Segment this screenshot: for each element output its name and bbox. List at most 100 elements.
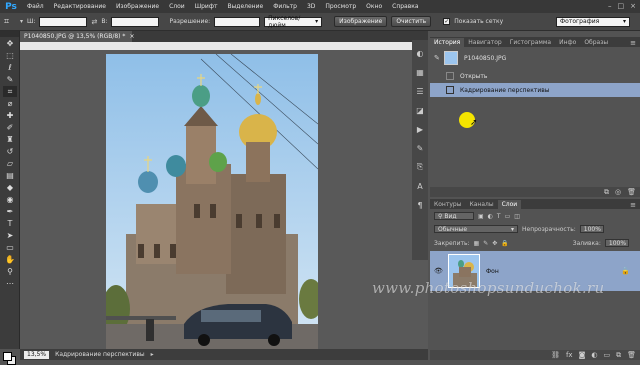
brush-panel-icon[interactable]: ✎: [414, 142, 426, 154]
menu-edit[interactable]: Редактирование: [49, 3, 111, 10]
clone-source-panel-icon[interactable]: ⎘: [414, 161, 426, 173]
units-select[interactable]: Пикселов/дюйм ▾: [264, 15, 323, 29]
menu-select[interactable]: Выделение: [222, 3, 268, 10]
height-field[interactable]: [111, 16, 160, 27]
filter-smart-icon[interactable]: ◫: [514, 213, 520, 220]
tab-layers[interactable]: Слои: [497, 200, 522, 209]
clear-button[interactable]: Очистить: [391, 16, 432, 27]
minimize-button[interactable]: –: [608, 2, 612, 10]
show-grid-checkbox[interactable]: ✓: [443, 18, 451, 25]
styles-panel-icon[interactable]: ◪: [414, 104, 426, 116]
character-panel-icon[interactable]: A: [414, 180, 426, 192]
lock-all-icon[interactable]: 🔒: [501, 240, 508, 247]
trash-icon[interactable]: 🗑: [627, 188, 636, 196]
crop-tool-preset-icon[interactable]: ⌗: [4, 17, 16, 27]
snapshot-icon[interactable]: ◎: [615, 188, 621, 196]
close-button[interactable]: ×: [630, 2, 636, 10]
close-tab-icon[interactable]: ×: [129, 33, 134, 40]
swap-icon[interactable]: ⇄: [91, 18, 97, 26]
move-icon[interactable]: ✥: [3, 38, 17, 49]
lock-transparency-icon[interactable]: ▦: [474, 240, 480, 247]
path-select-icon[interactable]: ➤: [3, 230, 17, 241]
filter-pixel-icon[interactable]: ▣: [478, 213, 484, 220]
preset-dropdown-icon[interactable]: ▾: [20, 18, 23, 25]
workspace-select[interactable]: Фотография ▾: [556, 16, 630, 27]
adjustments-panel-icon[interactable]: ☰: [414, 85, 426, 97]
tab-channels[interactable]: Каналы: [465, 200, 497, 209]
stamp-icon[interactable]: ♜: [3, 134, 17, 145]
type-icon[interactable]: T: [3, 218, 17, 229]
panel-menu-icon[interactable]: ≡: [630, 201, 636, 209]
collapsed-panels-dock: ◐ ▦ ☰ ◪ ▶ ✎ ⎘ A ¶: [412, 40, 428, 260]
eyedropper-icon[interactable]: ⌀: [3, 98, 17, 109]
paragraph-panel-icon[interactable]: ¶: [414, 199, 426, 211]
filter-shape-icon[interactable]: ▭: [505, 213, 511, 220]
document-tab[interactable]: P1040850.JPG @ 13,5% (RGB/8) * ×: [20, 31, 134, 42]
healing-icon[interactable]: ✚: [3, 110, 17, 121]
color-panel-icon[interactable]: ◐: [414, 47, 426, 59]
width-field[interactable]: [39, 16, 88, 27]
adjustment-layer-icon[interactable]: ◐: [591, 351, 597, 359]
blend-mode-select[interactable]: Обычные ▾: [434, 225, 518, 233]
history-brush-source-icon[interactable]: ✎: [434, 54, 444, 62]
layer-style-icon[interactable]: fx: [566, 351, 573, 359]
menu-window[interactable]: Окно: [361, 3, 387, 10]
new-group-icon[interactable]: ▭: [603, 351, 610, 359]
menu-filter[interactable]: Фильтр: [268, 3, 302, 10]
add-mask-icon[interactable]: ◙: [579, 351, 586, 359]
lock-pixels-icon[interactable]: ✎: [483, 240, 488, 247]
menu-image[interactable]: Изображение: [111, 3, 164, 10]
eye-icon[interactable]: 👁: [434, 267, 443, 275]
menu-3d[interactable]: 3D: [302, 3, 320, 10]
zoom-level[interactable]: 13,5%: [24, 350, 50, 359]
new-document-from-state-icon[interactable]: ⧉: [604, 188, 609, 197]
toolbar-grip[interactable]: [0, 31, 19, 37]
gradient-icon[interactable]: ▤: [3, 170, 17, 181]
filter-type-icon[interactable]: T: [497, 213, 501, 220]
menu-view[interactable]: Просмотр: [320, 3, 361, 10]
tab-history[interactable]: История: [430, 38, 465, 47]
filter-adjustment-icon[interactable]: ◐: [488, 213, 493, 220]
resolution-field[interactable]: [214, 16, 261, 27]
tab-histogram[interactable]: Гистограмма: [506, 38, 555, 47]
more-tools-icon[interactable]: ⋯: [3, 278, 17, 289]
tab-info[interactable]: Инфо: [555, 38, 580, 47]
zoom-icon[interactable]: ⚲: [3, 266, 17, 277]
trash-icon[interactable]: 🗑: [627, 351, 636, 359]
tab-navigator[interactable]: Навигатор: [464, 38, 505, 47]
image-canvas[interactable]: [106, 54, 318, 349]
hand-icon[interactable]: ✋: [3, 254, 17, 265]
front-image-button[interactable]: Изображение: [334, 16, 388, 27]
quick-select-icon[interactable]: ✎: [3, 74, 17, 85]
brush-icon[interactable]: ✐: [3, 122, 17, 133]
shape-icon[interactable]: ▭: [3, 242, 17, 253]
history-snapshot[interactable]: ✎ P1040850.JPG: [430, 49, 640, 67]
new-layer-icon[interactable]: ⧉: [616, 351, 621, 360]
layer-filter-select[interactable]: ⚲ Вид: [434, 212, 474, 220]
crop-icon[interactable]: ⌗: [3, 86, 17, 97]
status-arrow-icon[interactable]: ▸: [151, 351, 154, 358]
history-brush-icon[interactable]: ↺: [3, 146, 17, 157]
history-state-open[interactable]: Открыть: [430, 69, 640, 83]
menu-layers[interactable]: Слои: [164, 3, 190, 10]
menu-file[interactable]: Файл: [22, 3, 49, 10]
tab-brush-presets[interactable]: Образы: [580, 38, 612, 47]
lasso-icon[interactable]: ℓ: [3, 62, 17, 73]
dodge-icon[interactable]: ◉: [3, 194, 17, 205]
eraser-icon[interactable]: ▱: [3, 158, 17, 169]
tab-paths[interactable]: Контуры: [430, 200, 465, 209]
actions-panel-icon[interactable]: ▶: [414, 123, 426, 135]
history-state-perspective-crop[interactable]: Кадрирование перспективы: [430, 83, 640, 97]
fill-field[interactable]: 100%: [604, 239, 629, 247]
maximize-button[interactable]: □: [618, 2, 625, 10]
pen-icon[interactable]: ✒: [3, 206, 17, 217]
menu-help[interactable]: Справка: [387, 3, 423, 10]
link-layers-icon[interactable]: ⛓: [551, 351, 560, 359]
opacity-field[interactable]: 100%: [579, 225, 604, 233]
lock-position-icon[interactable]: ✥: [492, 240, 497, 247]
blur-icon[interactable]: ◆: [3, 182, 17, 193]
swatches-panel-icon[interactable]: ▦: [414, 66, 426, 78]
panel-menu-icon[interactable]: ≡: [630, 39, 636, 47]
marquee-icon[interactable]: ⬚: [3, 50, 17, 61]
menu-type[interactable]: Шрифт: [190, 3, 223, 10]
